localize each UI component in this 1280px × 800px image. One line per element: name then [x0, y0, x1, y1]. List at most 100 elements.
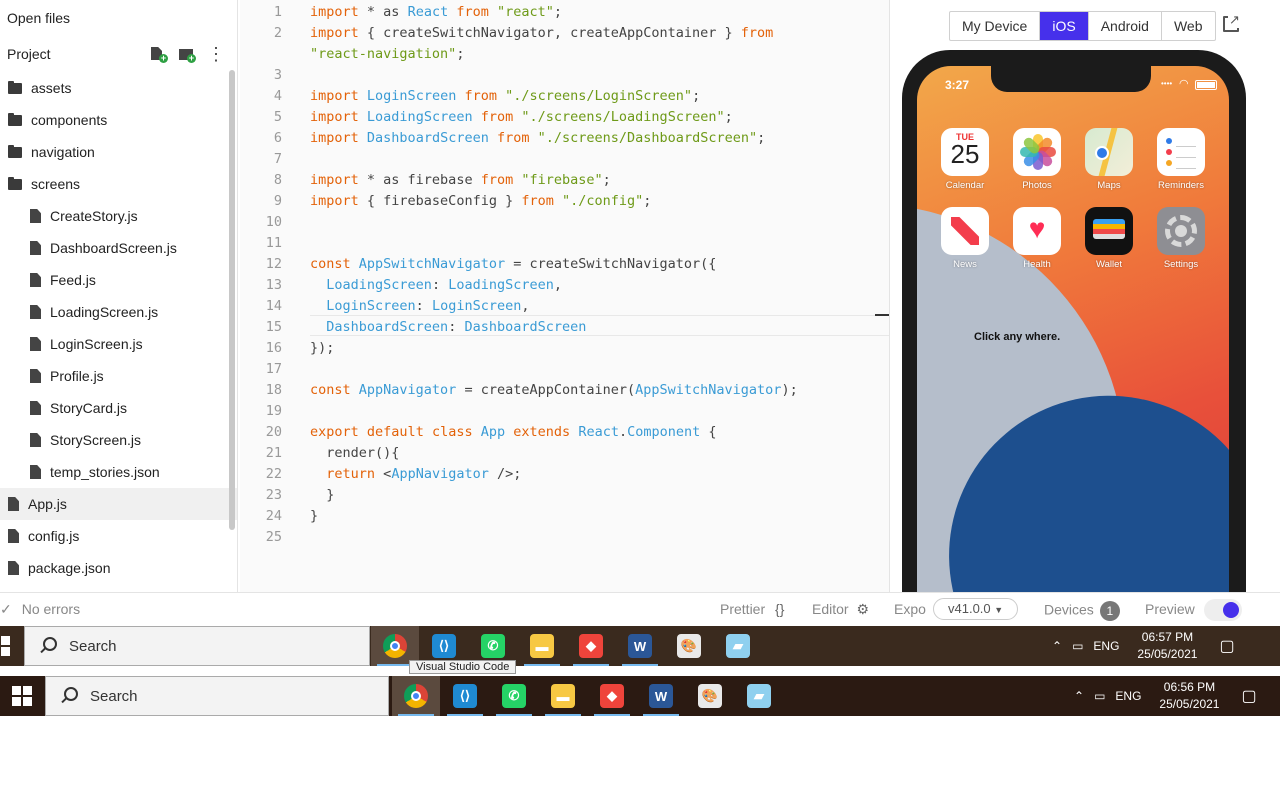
line-number: 5 — [273, 109, 282, 125]
tree-item[interactable]: LoadingScreen.js — [0, 296, 237, 328]
taskbar-app-paint[interactable]: 🎨 — [686, 676, 734, 716]
phone-screen[interactable]: 3:27 •••• ◠ TUE 25 Calendar Photos Maps … — [917, 66, 1229, 592]
tree-item[interactable]: LoginScreen.js — [0, 328, 237, 360]
tree-item[interactable]: App.js — [0, 488, 237, 520]
photos-icon — [1013, 128, 1061, 176]
chevron-up-icon[interactable]: ⌃ — [1052, 639, 1062, 653]
tree-item[interactable]: assets — [0, 72, 237, 104]
code-text: DashboardScreen: DashboardScreen — [310, 317, 586, 338]
new-file-icon[interactable]: + — [151, 47, 168, 63]
external-link-icon[interactable] — [1223, 12, 1241, 32]
line-number: 2 — [273, 25, 282, 41]
taskbar-app-word[interactable]: W — [637, 676, 685, 716]
app-reminders[interactable]: Reminders — [1151, 128, 1211, 191]
preview-toggle[interactable] — [1204, 599, 1242, 621]
new-folder-icon[interactable]: + — [179, 47, 196, 63]
tab-android[interactable]: Android — [1089, 12, 1162, 40]
open-files-header[interactable]: Open files — [0, 0, 237, 36]
app-health[interactable]: ♥ Health — [1007, 207, 1067, 270]
code-editor[interactable]: 1 import * as React from "react"; 2 import … — [240, 0, 889, 592]
expo-version-select[interactable]: v41.0.0 ▼ — [933, 598, 1019, 620]
tree-item[interactable]: Feed.js — [0, 264, 237, 296]
taskbar-app-anydesk[interactable]: ◆ — [588, 676, 636, 716]
file-icon — [30, 433, 41, 447]
taskbar-app-file-explorer[interactable]: ▬ — [518, 626, 566, 666]
prettier-button[interactable]: Prettier {} — [720, 601, 784, 617]
tree-item[interactable]: Profile.js — [0, 360, 237, 392]
file-icon — [8, 529, 19, 543]
tab-web[interactable]: Web — [1162, 12, 1215, 40]
app-wallet[interactable]: Wallet — [1079, 207, 1139, 270]
vscode-icon: ⟨⟩ — [453, 684, 477, 708]
chevron-up-icon[interactable]: ⌃ — [1074, 689, 1084, 703]
tree-item-label: CreateStory.js — [50, 208, 138, 224]
code-token: AppSwitchNavigator — [635, 382, 782, 398]
tree-item[interactable]: components — [0, 104, 237, 136]
language-indicator[interactable]: ENG — [1115, 689, 1141, 703]
sidebar-scrollbar[interactable] — [229, 70, 235, 530]
tab-my-device[interactable]: My Device — [950, 12, 1041, 40]
notification-icon[interactable]: ▢ — [1241, 686, 1256, 706]
taskbar-app-anydesk[interactable]: ◆ — [567, 626, 615, 666]
code-text: import * as firebase from "firebase"; — [310, 170, 611, 191]
code-line: 6 import DashboardScreen from "./screens/… — [240, 128, 889, 149]
tree-item[interactable]: DashboardScreen.js — [0, 232, 237, 264]
app-maps[interactable]: Maps — [1079, 128, 1139, 191]
taskbar-app-notepad[interactable]: ▰ — [735, 676, 783, 716]
clock-date: 25/05/2021 — [1137, 647, 1198, 661]
code-token: import — [310, 4, 359, 20]
tree-item[interactable]: config.js — [0, 520, 237, 552]
taskbar-search-input[interactable]: Search — [45, 676, 389, 716]
tree-item[interactable]: README.md — [0, 584, 237, 592]
windows-start-icon[interactable] — [12, 686, 32, 706]
tree-item[interactable]: StoryCard.js — [0, 392, 237, 424]
tree-item[interactable]: CreateStory.js — [0, 200, 237, 232]
code-token: "./screens/LoginScreen" — [505, 88, 693, 104]
editor-settings-button[interactable]: Editor ⚙ — [812, 601, 869, 618]
taskbar-app-whatsapp[interactable]: ✆ — [490, 676, 538, 716]
code-line: 5 import LoadingScreen from "./screens/Lo… — [240, 107, 889, 128]
code-token: React — [578, 424, 619, 440]
code-token: DashboardScreen — [464, 319, 587, 335]
taskbar-app-vscode[interactable]: ⟨⟩ — [441, 676, 489, 716]
tree-item[interactable]: temp_stories.json — [0, 456, 237, 488]
network-icon[interactable]: ▭ — [1094, 689, 1105, 703]
app-label: News — [953, 259, 977, 270]
tree-item-label: screens — [31, 176, 81, 192]
notification-icon[interactable]: ▢ — [1219, 636, 1234, 656]
code-line: 10 — [240, 212, 889, 233]
project-label: Project — [7, 46, 51, 62]
app-photos[interactable]: Photos — [1007, 128, 1067, 191]
windows-start-icon[interactable] — [0, 636, 10, 656]
tree-item[interactable]: navigation — [0, 136, 237, 168]
app-calendar[interactable]: TUE 25 Calendar — [935, 128, 995, 191]
tree-item[interactable]: StoryScreen.js — [0, 424, 237, 456]
battery-icon — [1195, 80, 1217, 90]
devices-button[interactable]: Devices 1 — [1044, 601, 1120, 621]
taskbar-clock[interactable]: 06:56 PM 25/05/2021 — [1159, 679, 1219, 713]
tree-item[interactable]: package.json — [0, 552, 237, 584]
system-tray: ⌃ ▭ ENG 06:56 PM 25/05/2021 ▢ — [1074, 676, 1257, 716]
taskbar-search-input[interactable]: Search — [24, 626, 370, 666]
code-token: LoginScreen — [326, 298, 416, 314]
taskbar-app-notepad[interactable]: ▰ — [714, 626, 762, 666]
taskbar-clock[interactable]: 06:57 PM 25/05/2021 — [1137, 629, 1197, 663]
app-settings[interactable]: Settings — [1151, 207, 1211, 270]
taskbar-app-chrome[interactable] — [392, 676, 440, 716]
errors-label: No errors — [21, 601, 81, 617]
taskbar-app-file-explorer[interactable]: ▬ — [539, 676, 587, 716]
taskbar-app-paint[interactable]: 🎨 — [665, 626, 713, 666]
more-options-icon[interactable]: ⋮ — [207, 45, 225, 63]
whatsapp-icon: ✆ — [502, 684, 526, 708]
braces-icon: {} — [775, 601, 785, 617]
taskbar-app-word[interactable]: W — [616, 626, 664, 666]
errors-status[interactable]: ✓ No errors — [0, 601, 80, 618]
tab-ios[interactable]: iOS — [1040, 12, 1089, 40]
language-indicator[interactable]: ENG — [1093, 639, 1119, 653]
tree-item[interactable]: screens — [0, 168, 237, 200]
network-icon[interactable]: ▭ — [1072, 639, 1083, 653]
app-news[interactable]: News — [935, 207, 995, 270]
